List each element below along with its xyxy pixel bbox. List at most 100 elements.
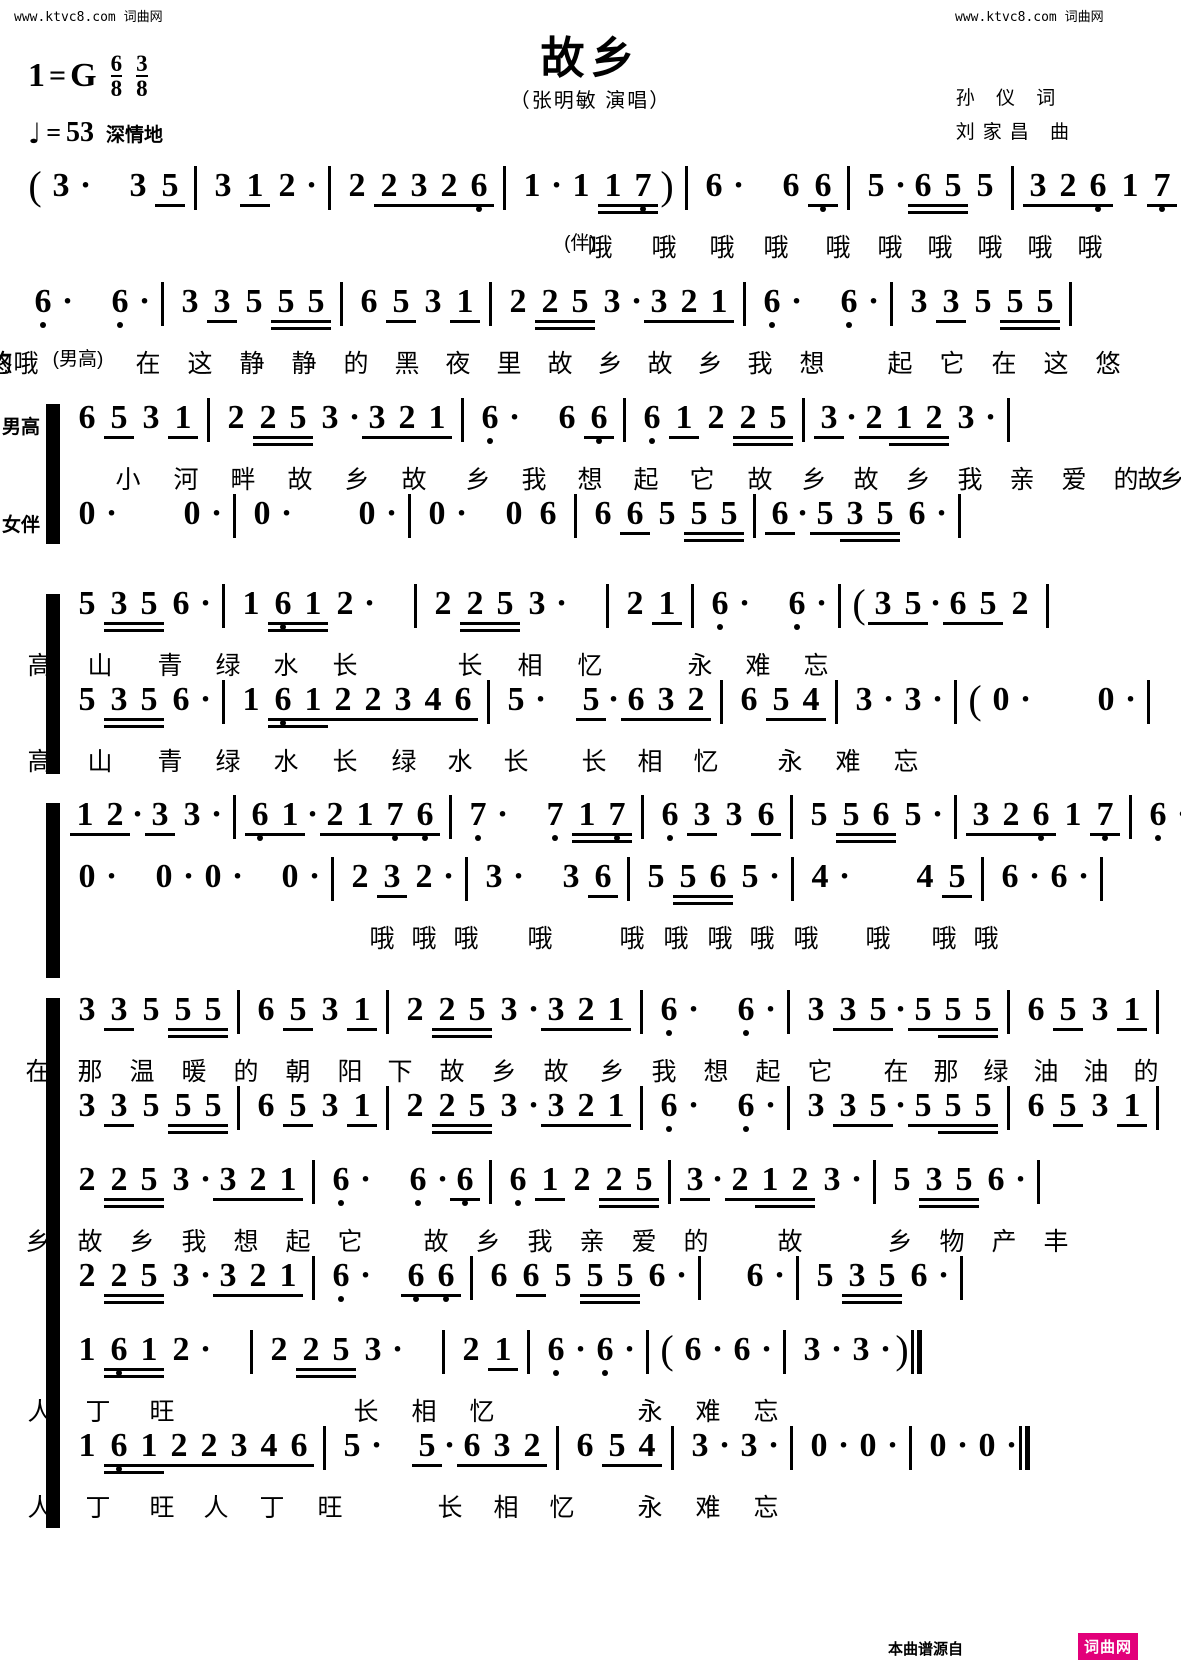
note-2: 2 — [785, 1160, 815, 1208]
note-1: 1 — [298, 584, 328, 632]
note-6: 6 — [808, 166, 838, 212]
note-5: 5 — [908, 1086, 938, 1127]
note-2: 2 — [227, 399, 245, 436]
note-5: 5 — [968, 1086, 998, 1134]
beam-line — [859, 436, 889, 439]
beam-line — [908, 211, 938, 214]
note-sequence: 6 5 3 1 2 2 5 3 · 3 2 1 6 · 6 6 6 1 2 2 5 3 · 2 1 2 3 · — [70, 398, 1019, 460]
barline — [791, 857, 794, 901]
note-3: 3 — [500, 1087, 518, 1124]
beam-line — [1147, 204, 1177, 207]
note-2: 2 — [78, 1257, 96, 1294]
beam-line — [674, 320, 704, 323]
beam-line — [422, 436, 452, 439]
note-3: 3 — [207, 282, 237, 323]
note-2: 2 — [571, 990, 601, 1031]
note-5: 5 — [271, 282, 301, 330]
beam-line — [687, 833, 717, 836]
note-sequence: 5 3 5 6 · 1 6 1 2 · 2 2 5 3 · 2 1 6 · 6 ·(3 5 · 6 5 2 — [70, 584, 1058, 646]
beam-line — [936, 320, 966, 323]
beam-line — [836, 840, 866, 843]
note-6: 6 — [257, 1087, 275, 1124]
beam-line — [966, 833, 996, 836]
beam-line — [968, 1131, 998, 1134]
note-sequence: 3 3 5 5 5 6 5 3 1 2 2 5 3 · 3 2 1 6 · 6 · 3 3 5 · 5 5 5 6 5 3 1 — [70, 990, 1168, 1052]
note-3: 3 — [224, 1426, 254, 1467]
beam-line — [908, 1124, 938, 1127]
note-5: 5 — [938, 990, 968, 1038]
barline — [960, 1256, 963, 1300]
note-5: 5 — [1053, 990, 1083, 1031]
note-6: 6 — [516, 1256, 546, 1297]
beam-line — [763, 436, 793, 439]
beam-line — [763, 443, 793, 446]
lyric-line: 在那温暖的朝阳下故乡故乡我想起它在那绿油油的草原上故 — [0, 1052, 1181, 1086]
lyric-line: (伴) 哦哦哦哦哦哦哦哦哦哦 — [0, 228, 1181, 266]
beam-line — [644, 320, 674, 323]
beam-line — [632, 1464, 662, 1467]
note-5: 5 — [610, 1256, 640, 1304]
barline — [671, 1426, 674, 1470]
staff-row: 1 6 1 2 2 3 4 6 5 · 5 · 6 3 2 6 5 4 3 · 3 · 0 · 0 · 0 · 0 · — [0, 1426, 1181, 1488]
augmentation-dot: · — [574, 1331, 587, 1368]
beam-line — [572, 833, 602, 836]
augmentation-dot: · — [527, 1087, 540, 1124]
augmentation-dot: · — [675, 1257, 688, 1294]
lyric-syllable: 哦 — [527, 925, 553, 953]
note-3: 3 — [364, 1331, 382, 1368]
note-6: 6 — [705, 167, 723, 204]
lyric-syllable: 哦 — [1077, 234, 1103, 262]
beam-line — [576, 718, 606, 721]
note-3: 3 — [814, 398, 844, 439]
lyric-syllable: 在 — [991, 350, 1017, 378]
augmentation-dot: · — [131, 796, 144, 833]
augmentation-dot: · — [305, 167, 318, 204]
beam-line — [580, 1301, 610, 1304]
note-6: 6 — [594, 495, 612, 532]
barline — [890, 282, 893, 326]
barline — [489, 1160, 492, 1204]
barline — [461, 398, 464, 442]
note-3: 3 — [644, 282, 674, 323]
beam-line — [968, 1028, 998, 1031]
lyric-syllable: 在 — [135, 350, 161, 378]
beam-line — [808, 204, 838, 207]
note-6: 6 — [703, 584, 737, 630]
barline — [442, 1330, 445, 1374]
note-1: 1 — [652, 584, 682, 625]
note-7: 7 — [628, 166, 658, 214]
augmentation-dot: · — [687, 991, 700, 1028]
augmentation-dot: · — [199, 1331, 212, 1368]
lyric-syllable: 哦 — [663, 925, 689, 953]
beam-line — [213, 1294, 243, 1297]
beam-line — [766, 718, 796, 721]
lyric-syllable: 哦 — [793, 925, 819, 953]
augmentation-dot: · — [348, 399, 361, 436]
lyric-syllable: 静 — [291, 350, 317, 378]
note-0: 0 — [859, 1427, 877, 1464]
lyric-syllable: 乡 — [697, 350, 723, 378]
note-2: 2 — [626, 585, 644, 622]
barline — [408, 494, 411, 538]
beam-line — [541, 1124, 571, 1127]
barline — [627, 857, 630, 901]
augmentation-dot: · — [623, 1331, 636, 1368]
beam-line — [134, 1301, 164, 1304]
beam-line — [1053, 204, 1083, 207]
lyric-syllable: 故 — [747, 466, 773, 494]
note-6: 6 — [448, 680, 478, 721]
barline — [489, 282, 492, 326]
note-5: 5 — [949, 1160, 979, 1208]
note-6: 6 — [908, 166, 938, 214]
note-5: 5 — [490, 584, 520, 632]
beam-line — [866, 833, 896, 836]
note-3: 3 — [485, 858, 503, 895]
beam-line — [245, 833, 275, 836]
lyric-syllable: 阳 — [337, 1058, 363, 1086]
note-2: 2 — [517, 1426, 547, 1467]
lyric-syllable: 的 — [343, 350, 369, 378]
note-3: 3 — [855, 681, 873, 718]
staff-row: 0 · 0 · 0 · 0 · 0 · 0 6 6 6 5 5 5 6 · 5 3 5 6 · — [0, 494, 1181, 556]
note-3: 3 — [740, 1427, 758, 1464]
lyric-syllable: 黑 — [394, 350, 420, 378]
